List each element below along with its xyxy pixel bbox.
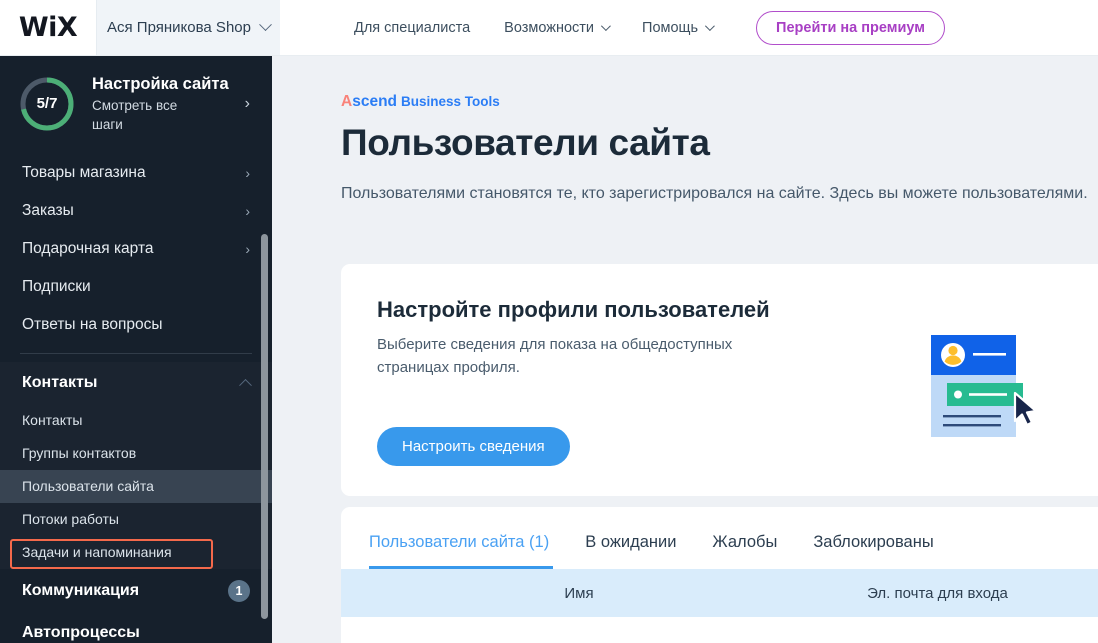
sidebar-nav-list: Товары магазина › Заказы › Подарочная ка… (0, 154, 272, 344)
chevron-down-icon (704, 21, 715, 32)
sidebar-item-contacts[interactable]: Контакты (0, 404, 272, 437)
topnav-label: Помощь (642, 19, 699, 36)
members-table-panel: Пользователи сайта (1) В ожидании Жалобы… (341, 507, 1098, 643)
chevron-up-icon (239, 379, 252, 393)
tab-complaints[interactable]: Жалобы (694, 533, 795, 569)
site-selector-dropdown[interactable]: Ася Пряникова Shop (96, 0, 280, 55)
tab-blocked[interactable]: Заблокированы (795, 533, 951, 569)
sidebar-scrollbar[interactable] (261, 234, 268, 619)
tabs-bar: Пользователи сайта (1) В ожидании Жалобы… (341, 507, 1098, 569)
sidebar-item-automations[interactable]: Автопроцессы (0, 613, 272, 643)
sidebar-item-communication[interactable]: Коммуникация 1 (0, 569, 272, 613)
sidebar-item-label: Подарочная карта (22, 239, 154, 257)
status-badge: 1 (228, 579, 250, 602)
profile-card-illustration-icon (921, 323, 1051, 443)
main-content: Ascend Business Tools Пользователи сайта … (272, 56, 1098, 643)
setup-text-block: Настройка сайта Смотреть все шаги (92, 74, 229, 134)
top-navigation: Для специалиста Возможности Помощь Перей… (280, 0, 1098, 55)
chevron-down-icon (600, 21, 611, 32)
ascend-logo-tools: Business Tools (401, 94, 500, 109)
sidebar-group-header-contacts[interactable]: Контакты (0, 362, 272, 404)
sidebar-subitem-label: Пользователи сайта (22, 478, 154, 495)
page-title: Пользователи сайта (341, 122, 710, 163)
progress-ring-icon: 5/7 (18, 75, 76, 133)
table-column-name: Имя (564, 584, 594, 602)
card-subtitle: Выберите сведения для показа на общедост… (377, 336, 733, 376)
sidebar-item-label: Подписки (22, 277, 91, 295)
sidebar-subitem-label: Контакты (22, 412, 83, 429)
wix-logo[interactable]: WiX (0, 0, 96, 55)
sidebar-item-answers[interactable]: Ответы на вопросы (0, 306, 272, 344)
sidebar-item-tasks-reminders[interactable]: Задачи и напоминания (0, 536, 272, 569)
chevron-right-icon: › (245, 164, 250, 181)
card-title: Настройте профили пользователей (377, 297, 770, 322)
chevron-right-icon: › (244, 94, 250, 112)
wix-logo-text: WiX (18, 12, 78, 43)
upgrade-premium-button[interactable]: Перейти на премиум (756, 10, 945, 45)
sidebar-subitem-label: Потоки работы (22, 511, 119, 528)
chevron-down-icon (259, 18, 272, 32)
topnav-item-features[interactable]: Возможности (504, 19, 611, 36)
topnav-item-for-specialist[interactable]: Для специалиста (354, 20, 470, 36)
sidebar-item-workflows[interactable]: Потоки работы (0, 503, 272, 536)
sidebar: 5/7 Настройка сайта Смотреть все шаги › … (0, 56, 272, 643)
site-name-label: Ася Пряникова Shop (107, 19, 251, 36)
setup-title: Настройка сайта (92, 75, 229, 93)
ascend-logo: Ascend Business Tools (341, 93, 500, 111)
topnav-item-help[interactable]: Помощь (642, 19, 715, 36)
sidebar-nav-list-bottom: Коммуникация 1 Автопроцессы (0, 569, 272, 643)
sidebar-item-store-products[interactable]: Товары магазина › (0, 154, 272, 192)
sidebar-divider (20, 352, 252, 354)
topnav-label: Для специалиста (354, 19, 471, 36)
top-bar: WiX Ася Пряникова Shop Для специалиста В… (0, 0, 1098, 56)
sidebar-item-label: Заказы (22, 201, 74, 219)
sidebar-group-contacts: Контакты Контакты Группы контактов Польз… (0, 361, 272, 569)
sidebar-item-contact-groups[interactable]: Группы контактов (0, 437, 272, 470)
tab-pending[interactable]: В ожидании (567, 533, 694, 569)
configure-details-button[interactable]: Настроить сведения (377, 427, 570, 466)
sidebar-item-label: Товары магазина (22, 163, 146, 181)
sidebar-item-site-members[interactable]: Пользователи сайта (0, 469, 272, 503)
setup-profiles-card: Настройте профили пользователей Выберите… (341, 264, 1098, 496)
sidebar-item-label: Автопроцессы (22, 623, 140, 641)
setup-subtitle: Смотреть все шаги (92, 98, 178, 132)
chevron-right-icon: › (245, 202, 250, 219)
chevron-right-icon: › (245, 240, 250, 257)
sidebar-subitem-label: Группы контактов (22, 445, 137, 462)
ascend-logo-rest: scend (352, 93, 398, 110)
sidebar-item-orders[interactable]: Заказы › (0, 192, 272, 230)
page-description: Пользователями становятся те, кто зареги… (341, 185, 1088, 202)
sidebar-group-label: Контакты (22, 373, 98, 391)
progress-label: 5/7 (36, 95, 58, 113)
ascend-logo-a: A (341, 93, 353, 110)
tab-site-members[interactable]: Пользователи сайта (1) (369, 533, 567, 569)
sidebar-item-label: Ответы на вопросы (22, 315, 163, 333)
site-setup-progress-block[interactable]: 5/7 Настройка сайта Смотреть все шаги › (0, 56, 272, 154)
sidebar-item-subscriptions[interactable]: Подписки (0, 268, 272, 306)
table-column-email: Эл. почта для входа (867, 584, 1008, 602)
sidebar-item-label: Коммуникация (22, 581, 140, 599)
sidebar-item-gift-card[interactable]: Подарочная карта › (0, 230, 272, 268)
sidebar-subitem-label: Задачи и напоминания (22, 544, 172, 561)
topnav-label: Возможности (504, 19, 595, 36)
table-header-row: Имя Эл. почта для входа (341, 569, 1098, 617)
